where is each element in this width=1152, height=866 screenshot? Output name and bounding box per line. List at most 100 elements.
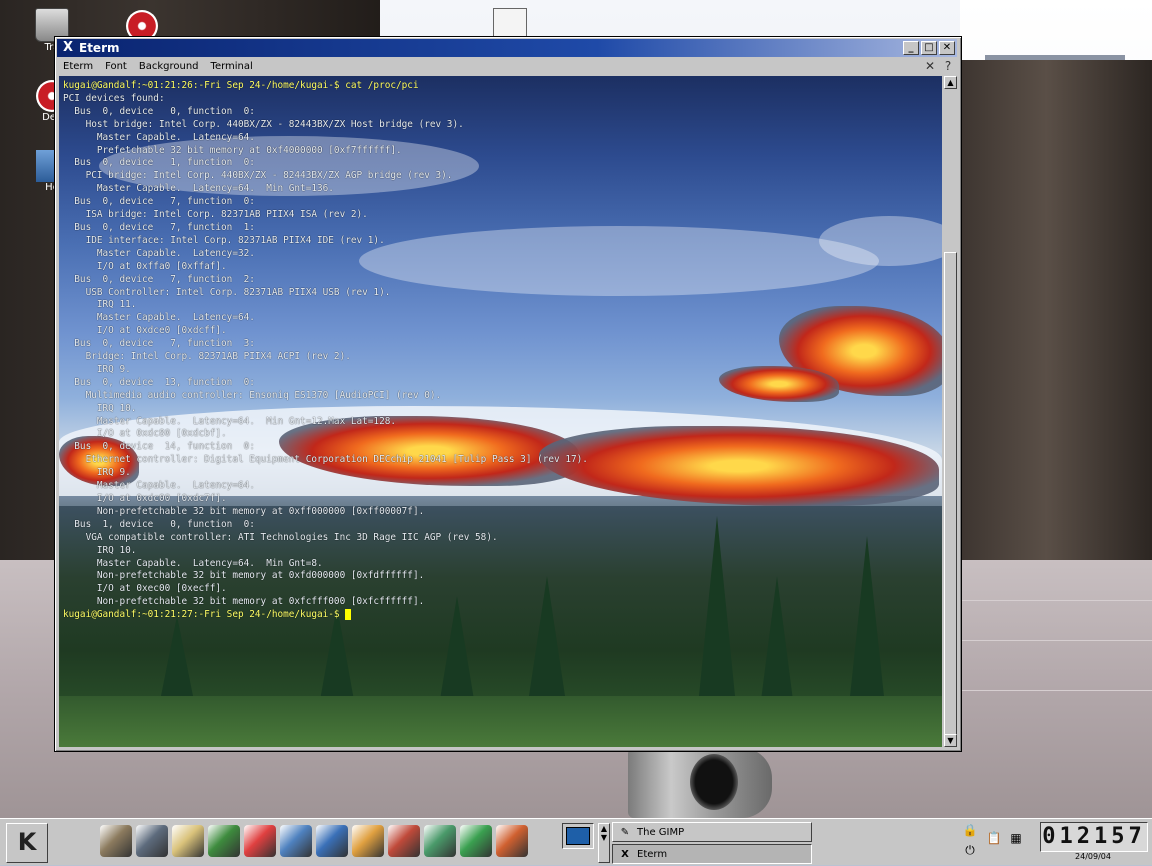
lock-screen-icon[interactable]: 🔒 — [962, 823, 978, 841]
logout-power-icon[interactable]: ⏻ — [962, 843, 978, 861]
tree — [159, 616, 195, 706]
cathedral-facade-right — [960, 60, 1152, 580]
terminal-line: IRQ 10. — [96, 402, 137, 414]
shell-icon[interactable] — [172, 825, 204, 857]
mountain-peak — [719, 366, 839, 402]
terminal-line: Bus 0, device 7, function 3: — [74, 338, 255, 350]
terminal-line: Master Capable. Latency=64. Min Gnt=12.M… — [96, 415, 397, 427]
terminal-area[interactable]: kugai@Gandalf:~01:21:26:-Fri Sep 24-/hom… — [59, 76, 942, 747]
terminal-line: Bus 0, device 14, function 0: — [74, 441, 255, 453]
task-list: ✎ The GIMP X Eterm — [612, 822, 812, 866]
terminal-line: Bus 0, device 7, function 0: — [74, 196, 255, 208]
tree — [849, 536, 885, 706]
window-list-icon[interactable] — [136, 825, 168, 857]
scroll-up-button[interactable]: ▲ — [944, 76, 957, 89]
calendar-icon[interactable]: ▦ — [1008, 831, 1024, 849]
terminal-line: I/O at 0xffa0 [0xffaf]. — [96, 260, 227, 272]
minimize-button[interactable]: _ — [903, 41, 919, 55]
eterm-window: X Eterm _ □ ✕ Eterm Font Background Term… — [54, 36, 962, 752]
terminal-line: I/O at 0xdc80 [0xdcbf]. — [96, 428, 227, 440]
browser-globe-icon[interactable] — [316, 825, 348, 857]
write-pen-icon[interactable] — [388, 825, 420, 857]
terminal-line: PCI devices found: — [63, 92, 165, 104]
terminal-line: Bus 0, device 7, function 2: — [74, 273, 255, 285]
terminal-line: I/O at 0xdce0 [0xdcff]. — [96, 325, 227, 337]
terminal-line: Bus 0, device 13, function 0: — [74, 376, 255, 388]
menu-eterm[interactable]: Eterm — [57, 61, 99, 72]
cylinder-opening — [690, 754, 738, 810]
menu-terminal[interactable]: Terminal — [205, 61, 259, 72]
terminal-line: Non-prefetchable 32 bit memory at 0xff00… — [96, 505, 425, 517]
terminal-line: Master Capable. Latency=64. Min Gnt=8. — [96, 557, 323, 569]
clock[interactable]: 012157 — [1040, 822, 1148, 852]
terminal-line: Bus 0, device 7, function 1: — [74, 221, 255, 233]
spreadsheet-icon[interactable] — [424, 825, 456, 857]
terminal-line: Master Capable. Latency=64. — [96, 480, 255, 492]
terminal-line: Bus 0, device 1, function 0: — [74, 157, 255, 169]
taskbar-scroll-button[interactable]: ▲ ▼ — [598, 823, 610, 863]
terminal-line: I/O at 0xdc00 [0xdc7f]. — [96, 493, 227, 504]
terminal-prompt-line: kugai@Gandalf:~01:21:27:-Fri Sep 24-/hom… — [63, 609, 346, 621]
terminal-line: USB Controller: Intel Corp. 82371AB PIIX… — [85, 286, 391, 298]
chart-icon[interactable] — [460, 825, 492, 857]
terminal-line: Multimedia audio controller: Ensoniq ES1… — [85, 389, 442, 401]
vector-draw-icon[interactable] — [352, 825, 384, 857]
terminal-line: Master Capable. Latency=64. Min Gnt=136. — [96, 183, 334, 195]
menubar-help-button[interactable]: ? — [939, 59, 957, 73]
terminal-line: I/O at 0xec00 [0xecff]. — [96, 583, 227, 595]
gimp-icon: ✎ — [620, 826, 630, 838]
plaza-line — [960, 600, 1152, 601]
k-menu-button[interactable]: K — [6, 823, 48, 863]
terminal-line: Bus 0, device 0, function 0: — [74, 105, 255, 117]
presentation-icon[interactable] — [496, 825, 528, 857]
terminal-line: Bus 1, device 0, function 0: — [74, 518, 255, 530]
clock-date: 24/09/04 — [1075, 852, 1111, 861]
clipboard-icon[interactable]: 📋 — [986, 831, 1002, 849]
terminal-line: Non-prefetchable 32 bit memory at 0xfcff… — [96, 596, 425, 608]
x-window-icon: X — [621, 848, 629, 860]
task-eterm[interactable]: X Eterm — [612, 844, 812, 864]
terminal-line: IRQ 9. — [96, 363, 131, 375]
terminal-line: Bridge: Intel Corp. 82371AB PIIX4 ACPI (… — [85, 351, 351, 363]
task-label: Eterm — [637, 848, 668, 860]
task-gimp[interactable]: ✎ The GIMP — [612, 822, 812, 842]
terminal-cursor — [345, 609, 352, 621]
menu-font[interactable]: Font — [99, 61, 133, 72]
terminal-line: IRQ 9. — [96, 467, 131, 479]
terminal-line: Ethernet controller: Digital Equipment C… — [85, 454, 588, 466]
task-label: The GIMP — [637, 826, 685, 838]
terminal-line: Master Capable. Latency=64. — [96, 131, 255, 143]
terminal-line: Master Capable. Latency=32. — [96, 247, 255, 259]
file-manager-icon[interactable] — [280, 825, 312, 857]
arrow-up-icon: ▲ — [600, 824, 608, 833]
window-titlebar[interactable]: X Eterm _ □ ✕ — [57, 39, 957, 57]
printer-icon[interactable] — [100, 825, 132, 857]
terminal-line: Host bridge: Intel Corp. 440BX/ZX - 8244… — [85, 118, 464, 130]
menu-background[interactable]: Background — [133, 61, 205, 72]
terminal-line: Non-prefetchable 32 bit memory at 0xfd00… — [96, 570, 425, 582]
arrow-down-icon: ▼ — [600, 833, 608, 842]
terminal-line: IRQ 10. — [96, 544, 137, 556]
menubar-close-button[interactable]: ✕ — [921, 59, 939, 73]
desktop-pager[interactable] — [562, 823, 594, 849]
window-title: Eterm — [79, 41, 120, 55]
tree — [759, 576, 795, 716]
maximize-button[interactable]: □ — [921, 41, 937, 55]
terminal-line: VGA compatible controller: ATI Technolog… — [85, 531, 498, 543]
terminal-icon[interactable] — [208, 825, 240, 857]
help-lifebuoy-icon[interactable] — [244, 825, 276, 857]
terminal-line: ISA bridge: Intel Corp. 82371AB PIIX4 IS… — [85, 209, 368, 221]
plaza-line — [960, 690, 1152, 691]
scroll-down-button[interactable]: ▼ — [944, 734, 957, 747]
close-button[interactable]: ✕ — [939, 41, 955, 55]
tree — [699, 516, 735, 696]
terminal-line: PCI bridge: Intel Corp. 440BX/ZX - 82443… — [85, 170, 453, 182]
terminal-line: IDE interface: Intel Corp. 82371AB PIIX4… — [85, 234, 385, 246]
terminal-scrollbar[interactable]: ▲ ▼ — [944, 76, 957, 747]
pager-desktop-1[interactable] — [566, 827, 590, 845]
x-window-icon[interactable]: X — [61, 41, 75, 55]
kde-panel: K ▲ ▼ ✎ The GIMP X Eterm 🔒 ⏻ 📋 ▦ 012157 … — [0, 818, 1152, 865]
terminal-prompt-line: kugai@Gandalf:~01:21:26:-Fri Sep 24-/hom… — [63, 80, 419, 91]
eterm-menubar: Eterm Font Background Terminal ✕ ? — [57, 58, 957, 74]
scroll-thumb[interactable] — [944, 252, 957, 736]
